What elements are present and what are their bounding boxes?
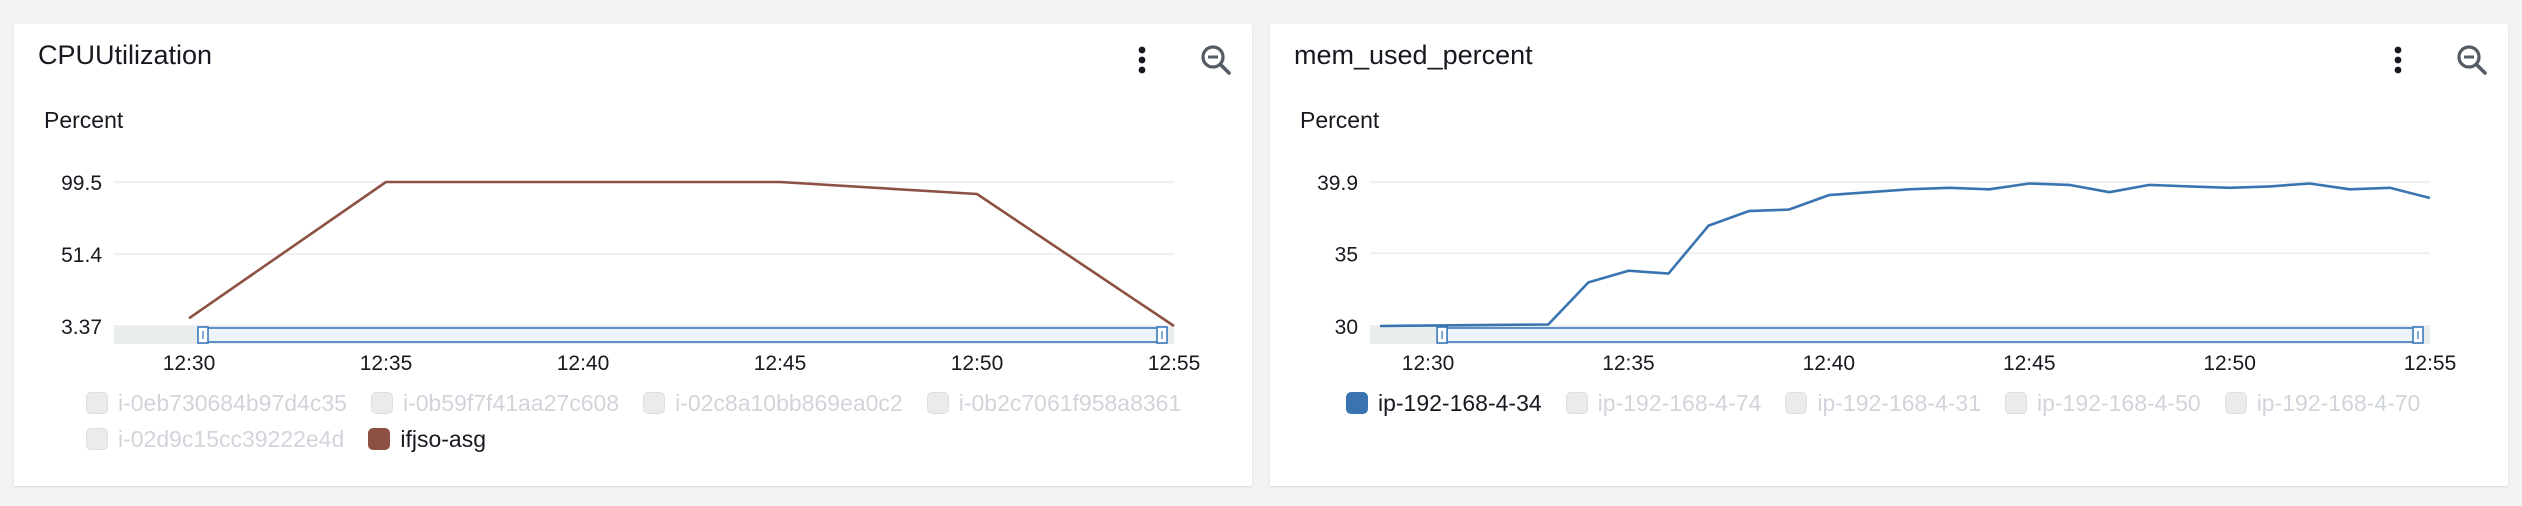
legend-label: i-0b2c7061f958a8361	[958, 389, 1182, 416]
cpu-line-chart[interactable]: Percent 99.5 51.4 3.37 12:30 12:35 12:40 12:45 1…	[14, 24, 1252, 394]
legend-label: ip-192-168-4-74	[1597, 389, 1762, 416]
time-range-brush[interactable]	[1441, 327, 2419, 343]
legend-item[interactable]: ip-192-168-4-70	[2224, 389, 2421, 416]
legend-label: i-02d9c15cc39222e4d	[118, 425, 345, 452]
legend-swatch	[370, 392, 393, 414]
x-tick-label: 12:50	[951, 352, 1004, 375]
series-line-ip-192-168-4-34[interactable]	[1379, 182, 2431, 328]
legend-item[interactable]: ip-192-168-4-74	[1565, 389, 1762, 416]
x-tick-label: 12:30	[163, 352, 216, 375]
x-tick-label: 12:30	[1402, 352, 1455, 375]
time-range-brush[interactable]	[202, 327, 1163, 343]
legend-label: i-0b59f7f41aa27c608	[402, 389, 620, 416]
legend-swatch	[1346, 392, 1368, 414]
legend-swatch	[86, 428, 108, 450]
legend-item[interactable]: ip-192-168-4-34	[1346, 390, 1542, 416]
y-tick-label: 3.37	[61, 316, 102, 339]
legend-item[interactable]: i-02c8a10bb869ea0c2	[643, 390, 903, 416]
legend-swatch	[643, 392, 666, 414]
y-tick-label: 99.5	[61, 172, 102, 195]
y-tick-label: 51.4	[61, 244, 102, 267]
legend-swatch	[2005, 392, 2028, 414]
y-tick-label: 35	[1335, 243, 1358, 266]
legend-item[interactable]: i-0b59f7f41aa27c608	[370, 389, 620, 416]
legend-swatch	[86, 392, 108, 414]
legend-swatch	[926, 392, 949, 414]
x-tick-label: 12:35	[1602, 352, 1655, 375]
legend-item[interactable]: ip-192-168-4-50	[2005, 390, 2201, 416]
y-tick-label: 39.9	[1317, 172, 1358, 195]
legend-label: ifjso-asg	[400, 425, 487, 452]
legend-item[interactable]: i-0eb730684b97d4c35	[86, 390, 347, 416]
legend-label: i-0eb730684b97d4c35	[118, 389, 347, 416]
legend-label: ip-192-168-4-70	[2256, 389, 2421, 416]
x-tick-label: 12:40	[1803, 352, 1856, 375]
x-tick-label: 12:45	[754, 352, 807, 375]
legend-item[interactable]: i-0b2c7061f958a8361	[926, 389, 1182, 416]
chart-legend: ip-192-168-4-34 ip-192-168-4-74 ip-192-168…	[1346, 390, 2486, 416]
legend-swatch	[1565, 392, 1588, 414]
legend-label: ip-192-168-4-34	[1378, 389, 1542, 416]
legend-swatch	[1785, 392, 1808, 414]
legend-label: ip-192-168-4-31	[1817, 389, 1982, 416]
legend-swatch	[368, 428, 391, 450]
chart-legend: i-0eb730684b97d4c35 i-0b59f7f41aa27c608 i-…	[86, 390, 1226, 452]
legend-swatch	[2224, 392, 2247, 414]
y-axis-title: Percent	[44, 107, 124, 133]
legend-item[interactable]: ip-192-168-4-31	[1785, 390, 1981, 416]
legend-label: i-02c8a10bb869ea0c2	[675, 389, 903, 416]
cpu-utilization-widget: CPUUtilization Percent 99.5 51.4 3.37 12:30 1…	[14, 24, 1252, 486]
mem-used-percent-widget: mem_used_percent Percent 39.9 35 30 12:30 12:…	[1270, 24, 2508, 486]
x-tick-label: 12:50	[2203, 352, 2256, 375]
legend-item[interactable]: ifjso-asg	[368, 426, 486, 452]
x-tick-label: 12:45	[2003, 352, 2056, 375]
y-tick-label: 30	[1335, 316, 1358, 339]
legend-item[interactable]: i-02d9c15cc39222e4d	[86, 426, 344, 452]
legend-label: ip-192-168-4-50	[2037, 389, 2201, 416]
x-tick-label: 12:55	[2404, 352, 2457, 375]
memory-line-chart[interactable]: Percent 39.9 35 30 12:30 12:35 12:40 12:45 12:50…	[1270, 24, 2508, 394]
x-tick-label: 12:40	[557, 352, 610, 375]
x-tick-label: 12:35	[360, 352, 413, 375]
y-axis-title: Percent	[1300, 107, 1380, 133]
x-tick-label: 12:55	[1148, 352, 1201, 375]
